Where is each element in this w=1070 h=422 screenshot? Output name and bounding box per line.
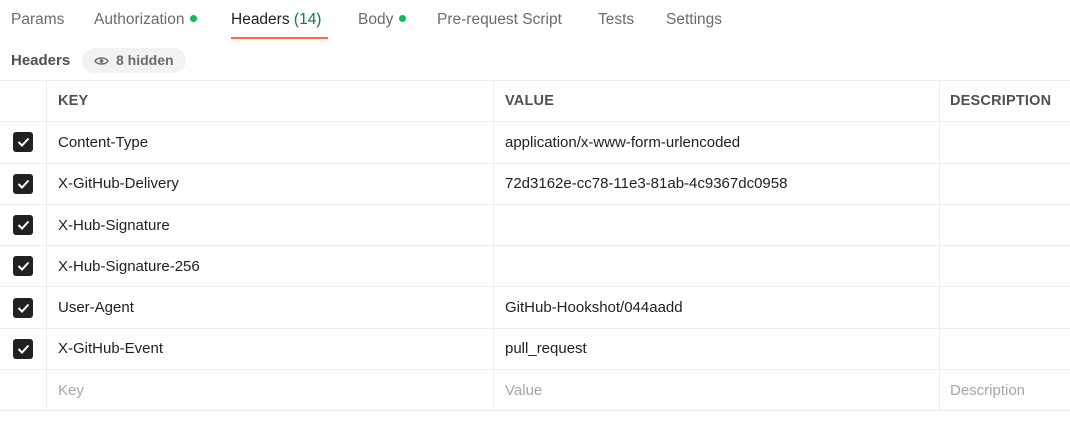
description-cell[interactable] — [940, 246, 1070, 286]
tab-params[interactable]: Params — [11, 0, 64, 42]
active-tab-indicator — [231, 37, 328, 39]
table-row: X-Hub-Signature-256 — [0, 246, 1070, 288]
value-cell[interactable] — [494, 246, 940, 287]
tab-pre-request-script[interactable]: Pre-request Script — [437, 0, 562, 42]
tab-label: Body — [358, 11, 394, 28]
tab-count: (14) — [293, 11, 322, 28]
status-dot — [190, 15, 198, 22]
tab-label: Pre-request Script — [437, 11, 562, 28]
hidden-headers-toggle[interactable]: 8 hidden — [82, 48, 186, 73]
table-row: X-Hub-Signature — [0, 204, 1070, 247]
value-cell[interactable]: GitHub-Hookshot/044aadd — [494, 287, 940, 328]
key-cell[interactable]: Content-Type — [47, 122, 494, 163]
column-header-key: KEY — [47, 81, 494, 122]
table-row: User-Agent GitHub-Hookshot/044aadd — [0, 287, 1070, 329]
row-checkbox[interactable] — [13, 256, 33, 277]
key-cell[interactable]: User-Agent — [47, 287, 494, 328]
key-cell[interactable]: X-GitHub-Event — [47, 328, 494, 370]
description-cell[interactable] — [940, 122, 1070, 162]
check-icon — [17, 179, 29, 189]
value-cell[interactable]: pull_request — [494, 328, 940, 370]
check-icon — [17, 262, 29, 272]
check-icon — [17, 220, 29, 230]
table-row: Content-Type application/x-www-form-urle… — [0, 122, 1070, 164]
row-checkbox-cell — [0, 246, 47, 287]
description-cell[interactable] — [940, 329, 1070, 369]
new-description-input[interactable]: Description — [940, 370, 1070, 410]
key-cell[interactable]: X-GitHub-Delivery — [47, 163, 494, 204]
new-row: Key Value Description — [0, 370, 1070, 412]
description-cell[interactable] — [940, 205, 1070, 245]
new-key-input[interactable]: Key — [47, 370, 494, 411]
row-checkbox[interactable] — [13, 173, 33, 194]
tab-label: Params — [11, 11, 65, 28]
tab-label: Tests — [598, 11, 635, 28]
check-icon — [17, 344, 29, 354]
row-checkbox-cell — [0, 163, 47, 204]
row-checkbox[interactable] — [13, 215, 33, 236]
check-icon — [17, 303, 29, 313]
column-header-value: VALUE — [494, 81, 940, 122]
row-checkbox-cell — [0, 328, 47, 370]
new-value-input[interactable]: Value — [494, 370, 940, 411]
column-header-description: DESCRIPTION — [950, 93, 1052, 110]
eye-icon — [94, 56, 109, 65]
tab-tests[interactable]: Tests — [598, 0, 634, 42]
table-row: X-GitHub-Delivery 72d3162e-cc78-11e3-81a… — [0, 163, 1070, 205]
tab-label: Settings — [666, 11, 723, 28]
tab-label: Headers — [231, 11, 290, 28]
key-cell[interactable]: X-Hub-Signature — [47, 204, 494, 246]
tab-body[interactable]: Body — [358, 0, 407, 42]
row-checkbox-cell — [0, 287, 47, 328]
header-checkbox-column — [0, 81, 47, 122]
tab-label: Authorization — [94, 11, 185, 28]
row-checkbox[interactable] — [13, 132, 33, 153]
description-cell[interactable] — [940, 164, 1070, 204]
description-cell[interactable] — [940, 287, 1070, 327]
table-row: X-GitHub-Event pull_request — [0, 328, 1070, 371]
value-cell[interactable] — [494, 204, 940, 246]
section-title: Headers — [11, 52, 71, 69]
tab-settings[interactable]: Settings — [666, 0, 722, 42]
row-checkbox-cell — [0, 122, 47, 163]
new-row-checkbox-cell — [0, 370, 47, 411]
tab-headers[interactable]: Headers (14) — [231, 0, 321, 42]
status-dot — [399, 15, 407, 22]
hidden-count-label: 8 hidden — [116, 52, 174, 68]
request-tabs: Params Authorization Headers (14) Body P… — [0, 0, 1070, 42]
value-cell[interactable]: application/x-www-form-urlencoded — [494, 122, 940, 163]
check-icon — [17, 138, 29, 148]
value-cell[interactable]: 72d3162e-cc78-11e3-81ab-4c9367dc0958 — [494, 163, 940, 204]
headers-table: KEY VALUE DESCRIPTION Content-Type appli… — [0, 80, 1070, 412]
row-checkbox[interactable] — [13, 297, 33, 318]
tab-authorization[interactable]: Authorization — [94, 0, 198, 42]
row-checkbox[interactable] — [13, 338, 33, 359]
row-checkbox-cell — [0, 204, 47, 246]
table-header-row: KEY VALUE DESCRIPTION — [0, 81, 1070, 123]
key-cell[interactable]: X-Hub-Signature-256 — [47, 246, 494, 287]
